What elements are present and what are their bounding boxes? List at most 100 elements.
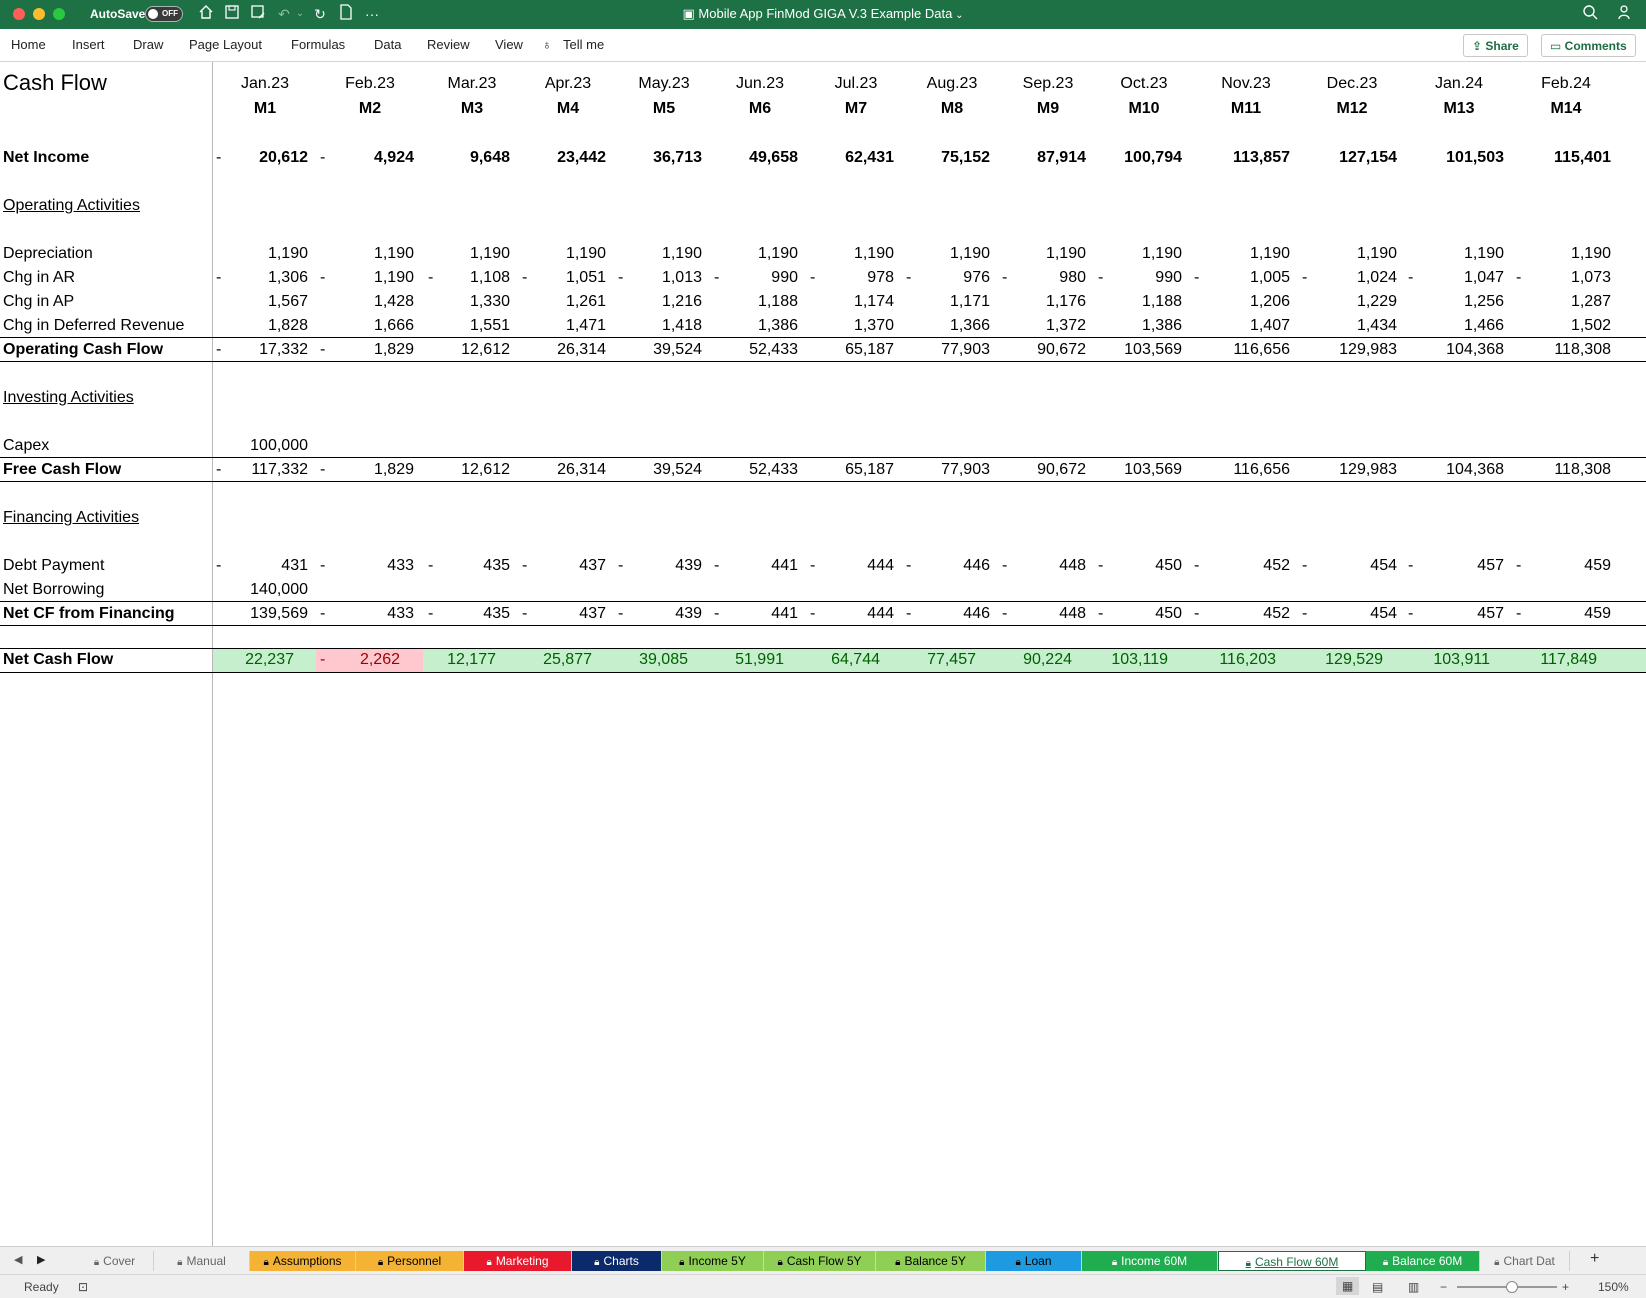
cell-chg-ap[interactable]: 1,567 (218, 292, 308, 312)
period-header[interactable]: M14 (1516, 99, 1616, 119)
cell-net-cash-flow[interactable]: 129,529 (1293, 650, 1383, 670)
period-header[interactable]: M1 (215, 99, 315, 119)
cell-chg-ap[interactable]: 1,206 (1200, 292, 1290, 312)
sheet-tab-manual[interactable]: 🔒︎ Manual (154, 1251, 250, 1271)
cell-chg-ap[interactable]: 1,188 (1092, 292, 1182, 312)
cell-chg-deferred[interactable]: 1,372 (996, 316, 1086, 336)
cell-free-cf[interactable]: 39,524 (612, 460, 702, 480)
period-header[interactable]: M4 (518, 99, 618, 119)
cell-net-borrowing[interactable]: 140,000 (218, 580, 308, 600)
month-header[interactable]: Sep.23 (998, 74, 1098, 94)
zoom-slider-handle[interactable] (1506, 1281, 1518, 1293)
cell-chg-ar[interactable]: 1,047 (1414, 268, 1504, 288)
cell-depreciation[interactable]: 1,190 (420, 244, 510, 264)
cell-net-income[interactable]: 100,794 (1092, 148, 1182, 168)
cell-net-cash-flow[interactable]: 117,849 (1507, 650, 1597, 670)
zoom-level[interactable]: 150% (1598, 1280, 1629, 1294)
month-header[interactable]: Feb.24 (1516, 74, 1616, 94)
cell-free-cf[interactable]: 103,569 (1092, 460, 1182, 480)
spreadsheet-grid[interactable]: Cash Flow Net Income Operating Activitie… (0, 62, 1646, 1246)
cell-net-income[interactable]: 101,503 (1414, 148, 1504, 168)
cell-net-cash-flow[interactable]: 77,457 (886, 650, 976, 670)
tab-scroll-left-icon[interactable]: ◀ (14, 1253, 22, 1266)
period-header[interactable]: M8 (902, 99, 1002, 119)
cell-chg-deferred[interactable]: 1,366 (900, 316, 990, 336)
cell-chg-ap[interactable]: 1,176 (996, 292, 1086, 312)
cell-operating-cf[interactable]: 26,314 (516, 340, 606, 360)
sheet-tab-income-5y[interactable]: 🔒︎ Income 5Y (662, 1251, 764, 1271)
cell-debt-payment[interactable]: 452 (1200, 556, 1290, 576)
cell-operating-cf[interactable]: 90,672 (996, 340, 1086, 360)
month-header[interactable]: Nov.23 (1196, 74, 1296, 94)
tab-draw[interactable]: Draw (133, 37, 163, 52)
cell-free-cf[interactable]: 116,656 (1200, 460, 1290, 480)
period-header[interactable]: M5 (614, 99, 714, 119)
sheet-tab-cash-flow-5y[interactable]: 🔒︎ Cash Flow 5Y (764, 1251, 876, 1271)
month-header[interactable]: Oct.23 (1094, 74, 1194, 94)
cell-operating-cf[interactable]: 129,983 (1307, 340, 1397, 360)
cell-depreciation[interactable]: 1,190 (1307, 244, 1397, 264)
period-header[interactable]: M2 (320, 99, 420, 119)
chevron-down-icon[interactable]: ⌄ (952, 10, 963, 21)
month-header[interactable]: Apr.23 (518, 74, 618, 94)
cell-net-cf-financing[interactable]: 459 (1521, 604, 1611, 624)
cell-chg-deferred[interactable]: 1,386 (1092, 316, 1182, 336)
tab-page-layout[interactable]: Page Layout (189, 37, 262, 52)
cell-net-income[interactable]: 36,713 (612, 148, 702, 168)
cell-depreciation[interactable]: 1,190 (1200, 244, 1290, 264)
share-button[interactable]: ⇪ Share (1463, 34, 1528, 57)
cell-net-income[interactable]: 127,154 (1307, 148, 1397, 168)
cell-free-cf[interactable]: 77,903 (900, 460, 990, 480)
sheet-tab-marketing[interactable]: 🔒︎ Marketing (464, 1251, 572, 1271)
cell-depreciation[interactable]: 1,190 (1521, 244, 1611, 264)
cell-chg-deferred[interactable]: 1,828 (218, 316, 308, 336)
tab-insert[interactable]: Insert (72, 37, 105, 52)
sheet-tab-cash-flow-60m[interactable]: 🔒︎ Cash Flow 60M (1218, 1251, 1366, 1271)
search-icon[interactable] (1580, 4, 1600, 24)
cell-net-cash-flow[interactable]: 103,119 (1078, 650, 1168, 670)
cell-free-cf[interactable]: 65,187 (804, 460, 894, 480)
month-header[interactable]: Jan.24 (1409, 74, 1509, 94)
period-header[interactable]: M3 (422, 99, 522, 119)
cell-depreciation[interactable]: 1,190 (804, 244, 894, 264)
cell-chg-deferred[interactable]: 1,370 (804, 316, 894, 336)
cell-chg-ap[interactable]: 1,229 (1307, 292, 1397, 312)
cell-net-cash-flow[interactable]: 25,877 (502, 650, 592, 670)
month-header[interactable]: Jan.23 (215, 74, 315, 94)
period-header[interactable]: M10 (1094, 99, 1194, 119)
period-header[interactable]: M6 (710, 99, 810, 119)
cell-chg-ap[interactable]: 1,174 (804, 292, 894, 312)
tab-formulas[interactable]: Formulas (291, 37, 345, 52)
cell-net-cf-financing[interactable]: 454 (1307, 604, 1397, 624)
tab-review[interactable]: Review (427, 37, 470, 52)
cell-debt-payment[interactable]: 431 (218, 556, 308, 576)
cell-chg-ap[interactable]: 1,216 (612, 292, 702, 312)
cell-free-cf[interactable]: 90,672 (996, 460, 1086, 480)
cell-chg-deferred[interactable]: 1,551 (420, 316, 510, 336)
cell-net-cash-flow[interactable]: 39,085 (598, 650, 688, 670)
cell-net-cf-financing[interactable]: 433 (324, 604, 414, 624)
cell-chg-ap[interactable]: 1,428 (324, 292, 414, 312)
cell-chg-deferred[interactable]: 1,418 (612, 316, 702, 336)
cell-net-income[interactable]: 87,914 (996, 148, 1086, 168)
cell-free-cf[interactable]: 26,314 (516, 460, 606, 480)
comments-button[interactable]: ▭ Comments (1541, 34, 1636, 57)
cell-operating-cf[interactable]: 77,903 (900, 340, 990, 360)
cell-debt-payment[interactable]: 459 (1521, 556, 1611, 576)
cell-operating-cf[interactable]: 12,612 (420, 340, 510, 360)
month-header[interactable]: Mar.23 (422, 74, 522, 94)
cell-net-cash-flow[interactable]: 12,177 (406, 650, 496, 670)
cell-debt-payment[interactable]: 454 (1307, 556, 1397, 576)
sheet-tab-charts[interactable]: 🔒︎ Charts (572, 1251, 662, 1271)
cell-free-cf[interactable]: 52,433 (708, 460, 798, 480)
cell-depreciation[interactable]: 1,190 (516, 244, 606, 264)
page-break-view-icon[interactable]: ▥ (1408, 1280, 1419, 1294)
tab-view[interactable]: View (495, 37, 523, 52)
month-header[interactable]: Feb.23 (320, 74, 420, 94)
cell-debt-payment[interactable]: 433 (324, 556, 414, 576)
sheet-tab-assumptions[interactable]: 🔒︎ Assumptions (250, 1251, 356, 1271)
period-header[interactable]: M12 (1302, 99, 1402, 119)
period-header[interactable]: M7 (806, 99, 906, 119)
add-sheet-icon[interactable]: + (1590, 1250, 1599, 1268)
share-people-icon[interactable] (1614, 4, 1634, 24)
